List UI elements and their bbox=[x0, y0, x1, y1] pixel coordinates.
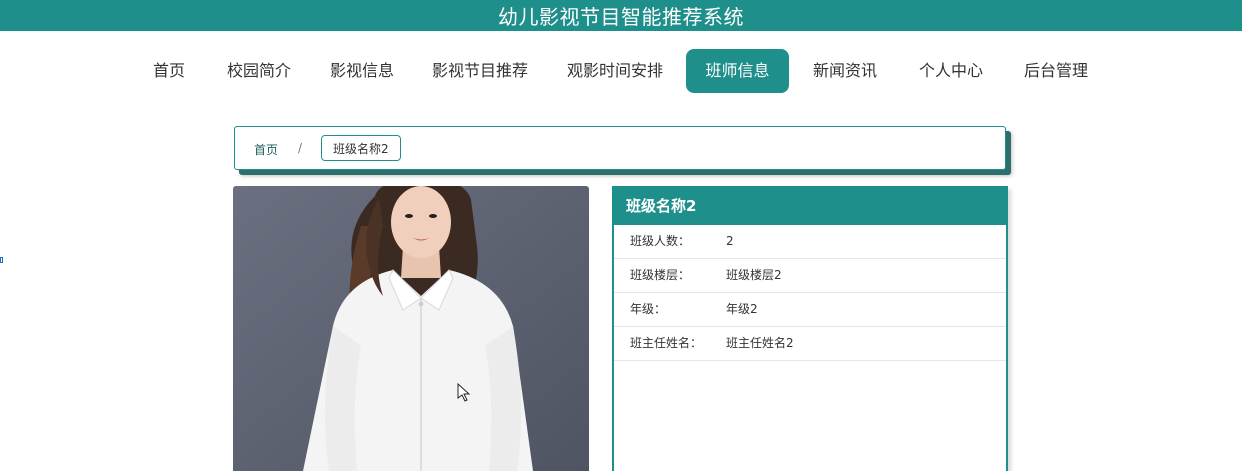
top-banner: 幼儿影视节目智能推荐系统 bbox=[0, 0, 1242, 31]
edge-marker bbox=[0, 257, 3, 263]
nav-item-class-teacher[interactable]: 班师信息 bbox=[686, 49, 789, 93]
nav-item-news[interactable]: 新闻资讯 bbox=[812, 49, 878, 93]
breadcrumb-home-link[interactable]: 首页 bbox=[254, 141, 278, 158]
detail-value: 班主任姓名2 bbox=[726, 336, 794, 350]
nav-item-viewing-schedule[interactable]: 观影时间安排 bbox=[566, 49, 664, 93]
class-teacher-photo bbox=[233, 186, 589, 471]
breadcrumb: 首页 / 班级名称2 bbox=[234, 126, 1006, 170]
detail-label: 班主任姓名： bbox=[630, 336, 703, 350]
detail-row-grade: 年级： 年级2 bbox=[614, 293, 1006, 327]
detail-row-class-size: 班级人数： 2 bbox=[614, 225, 1006, 259]
detail-value: 班级楼层2 bbox=[726, 268, 782, 282]
main-nav: 首页 校园简介 影视信息 影视节目推荐 观影时间安排 班师信息 新闻资讯 个人中… bbox=[0, 49, 1242, 93]
nav-item-program-recommend[interactable]: 影视节目推荐 bbox=[431, 49, 529, 93]
detail-row-class-floor: 班级楼层： 班级楼层2 bbox=[614, 259, 1006, 293]
nav-item-personal-center[interactable]: 个人中心 bbox=[918, 49, 984, 93]
nav-item-campus-intro[interactable]: 校园简介 bbox=[226, 49, 292, 93]
breadcrumb-separator: / bbox=[298, 141, 303, 155]
class-detail-title: 班级名称2 bbox=[614, 188, 1006, 225]
class-detail-panel: 班级名称2 班级人数： 2 班级楼层： 班级楼层2 年级： 年级2 班主任姓名：… bbox=[612, 186, 1008, 471]
detail-value: 年级2 bbox=[726, 302, 758, 316]
breadcrumb-current: 班级名称2 bbox=[321, 135, 401, 161]
nav-item-admin[interactable]: 后台管理 bbox=[1023, 49, 1089, 93]
detail-row-head-teacher: 班主任姓名： 班主任姓名2 bbox=[614, 327, 1006, 361]
detail-label: 班级楼层： bbox=[630, 268, 691, 282]
nav-item-home[interactable]: 首页 bbox=[152, 49, 186, 93]
detail-label: 班级人数： bbox=[630, 234, 691, 248]
site-title: 幼儿影视节目智能推荐系统 bbox=[498, 5, 744, 29]
detail-value: 2 bbox=[726, 234, 734, 248]
nav-item-film-info[interactable]: 影视信息 bbox=[329, 49, 395, 93]
detail-label: 年级： bbox=[630, 302, 667, 316]
